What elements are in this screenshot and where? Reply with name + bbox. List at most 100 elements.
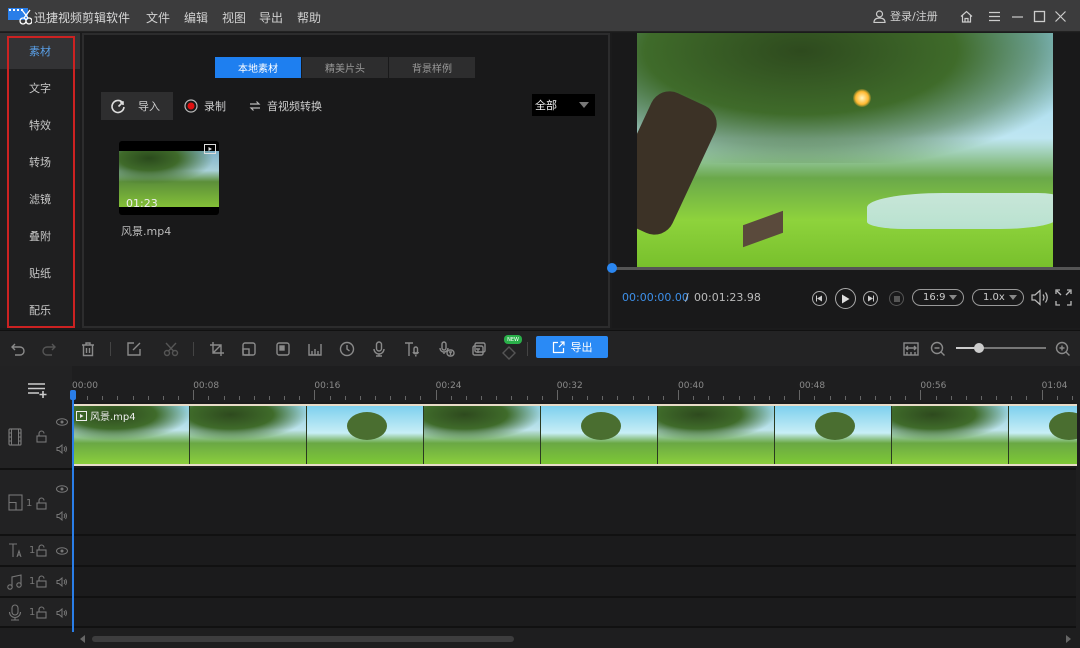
sidebar-item-transitions[interactable]: 转场 xyxy=(0,144,80,180)
close-button[interactable] xyxy=(1052,8,1068,24)
media-filter-dropdown[interactable]: 全部 xyxy=(532,94,595,116)
split-button[interactable] xyxy=(162,340,180,358)
play-button[interactable] xyxy=(835,288,856,309)
export-button[interactable]: 导出 xyxy=(536,336,608,358)
text-speech-icon xyxy=(405,342,420,357)
sidebar-item-filters[interactable]: 滤镜 xyxy=(0,181,80,217)
undo-button[interactable] xyxy=(9,340,27,358)
login-button[interactable]: 登录/注册 xyxy=(873,8,938,24)
zoom-in-button[interactable] xyxy=(1054,340,1072,358)
export-label: 导出 xyxy=(570,341,593,354)
ruler-tick xyxy=(496,396,498,400)
clip-frame xyxy=(892,406,1009,464)
delete-button[interactable] xyxy=(79,340,97,358)
maximize-button[interactable] xyxy=(1031,8,1047,24)
record-button[interactable]: 录制 xyxy=(184,98,226,114)
sidebar-item-effects[interactable]: 特效 xyxy=(0,107,80,143)
speaker-icon[interactable] xyxy=(56,511,68,521)
film-icon xyxy=(8,428,22,446)
pip-button[interactable] xyxy=(274,340,292,358)
sidebar-item-text[interactable]: 文字 xyxy=(0,70,80,106)
category-sidebar: 素材 文字 特效 转场 滤镜 叠附 贴纸 配乐 xyxy=(0,33,80,328)
home-button[interactable] xyxy=(958,8,974,24)
menu-file[interactable]: 文件 xyxy=(146,9,170,26)
speaker-icon[interactable] xyxy=(56,577,68,587)
ruler-tick xyxy=(132,396,134,400)
sidebar-item-label: 素材 xyxy=(29,45,51,58)
fit-timeline-button[interactable] xyxy=(902,340,920,358)
ruler-tick xyxy=(344,396,346,400)
timeline-ruler[interactable]: 00:00 00:08 00:16 00:24 00:32 00:40 00:48 00:56… xyxy=(72,366,1076,402)
add-track-icon[interactable] xyxy=(27,382,49,398)
ruler-tick xyxy=(1041,390,1043,400)
scroll-right-icon[interactable] xyxy=(1066,635,1071,643)
video-clip[interactable]: 风景.mp4 xyxy=(73,404,1077,466)
voiceover-button[interactable] xyxy=(370,340,388,358)
preview-progress-bar[interactable] xyxy=(612,267,1080,270)
lock-icon[interactable] xyxy=(36,575,47,588)
media-item-thumbnail[interactable]: 01:23 xyxy=(119,141,219,215)
playhead[interactable] xyxy=(72,390,74,632)
menu-view[interactable]: 视图 xyxy=(222,9,246,26)
preview-progress-handle[interactable] xyxy=(607,263,617,273)
sidebar-item-stickers[interactable]: 贴纸 xyxy=(0,255,80,291)
aspect-ratio-dropdown[interactable]: 16:9 xyxy=(912,289,964,306)
menu-button[interactable] xyxy=(986,8,1002,24)
tab-label: 背景样例 xyxy=(412,64,452,75)
speech-to-text-button[interactable] xyxy=(438,340,456,358)
scrollbar-thumb[interactable] xyxy=(92,636,514,642)
eye-icon[interactable] xyxy=(56,485,68,493)
clip-frame xyxy=(658,406,775,464)
new-feature-button[interactable] xyxy=(500,344,518,362)
ruler-tick xyxy=(208,396,210,400)
menu-help[interactable]: 帮助 xyxy=(297,9,321,26)
volume-icon[interactable] xyxy=(1031,289,1050,306)
ruler-tick xyxy=(268,396,270,400)
trash-icon xyxy=(82,342,94,357)
clip-label: 风景.mp4 xyxy=(76,408,136,423)
tab-local-media[interactable]: 本地素材 xyxy=(215,57,301,78)
eye-icon[interactable] xyxy=(56,418,68,426)
lock-icon[interactable] xyxy=(36,606,47,619)
ruler-tick xyxy=(571,396,573,400)
sidebar-item-material[interactable]: 素材 xyxy=(0,33,80,69)
ruler-tick xyxy=(117,396,119,400)
mosaic-button[interactable] xyxy=(240,340,258,358)
timeline-horizontal-scrollbar[interactable] xyxy=(80,632,1076,646)
duration-button[interactable] xyxy=(338,340,356,358)
import-button[interactable]: 导入 xyxy=(101,92,173,120)
next-frame-button[interactable] xyxy=(863,291,878,306)
redo-button[interactable] xyxy=(40,340,58,358)
edit-button[interactable] xyxy=(125,340,143,358)
prev-frame-icon xyxy=(816,295,822,302)
speaker-icon[interactable] xyxy=(56,608,68,618)
menu-edit[interactable]: 编辑 xyxy=(184,9,208,26)
fullscreen-icon[interactable] xyxy=(1055,289,1072,306)
lock-icon[interactable] xyxy=(36,497,47,510)
sidebar-item-label: 滤镜 xyxy=(29,193,51,206)
timeline-zoom-handle[interactable] xyxy=(973,343,984,353)
audio-wave-button[interactable] xyxy=(306,340,324,358)
zoom-out-button[interactable] xyxy=(929,340,947,358)
toolbar-divider xyxy=(527,342,528,356)
ruler-tick xyxy=(738,396,740,400)
sidebar-item-overlay[interactable]: 叠附 xyxy=(0,218,80,254)
stop-button[interactable] xyxy=(889,291,904,306)
speed-dropdown[interactable]: 1.0x xyxy=(972,289,1024,306)
av-convert-button[interactable]: 音视频转换 xyxy=(249,98,322,114)
tab-intros[interactable]: 精美片头 xyxy=(302,57,388,78)
menu-export[interactable]: 导出 xyxy=(259,9,283,26)
minimize-button[interactable] xyxy=(1009,8,1025,24)
lock-icon[interactable] xyxy=(36,544,47,557)
tab-backgrounds[interactable]: 背景样例 xyxy=(389,57,475,78)
speaker-icon[interactable] xyxy=(56,444,68,454)
eye-icon[interactable] xyxy=(56,547,68,555)
lock-icon[interactable] xyxy=(36,430,47,443)
ruler-label: 00:24 xyxy=(435,381,462,391)
prev-frame-button[interactable] xyxy=(812,291,827,306)
crop-button[interactable] xyxy=(208,340,226,358)
text-to-speech-button[interactable] xyxy=(403,340,421,358)
sidebar-item-music[interactable]: 配乐 xyxy=(0,292,80,328)
scroll-left-icon[interactable] xyxy=(80,635,85,643)
subtitle-button[interactable] xyxy=(470,340,488,358)
